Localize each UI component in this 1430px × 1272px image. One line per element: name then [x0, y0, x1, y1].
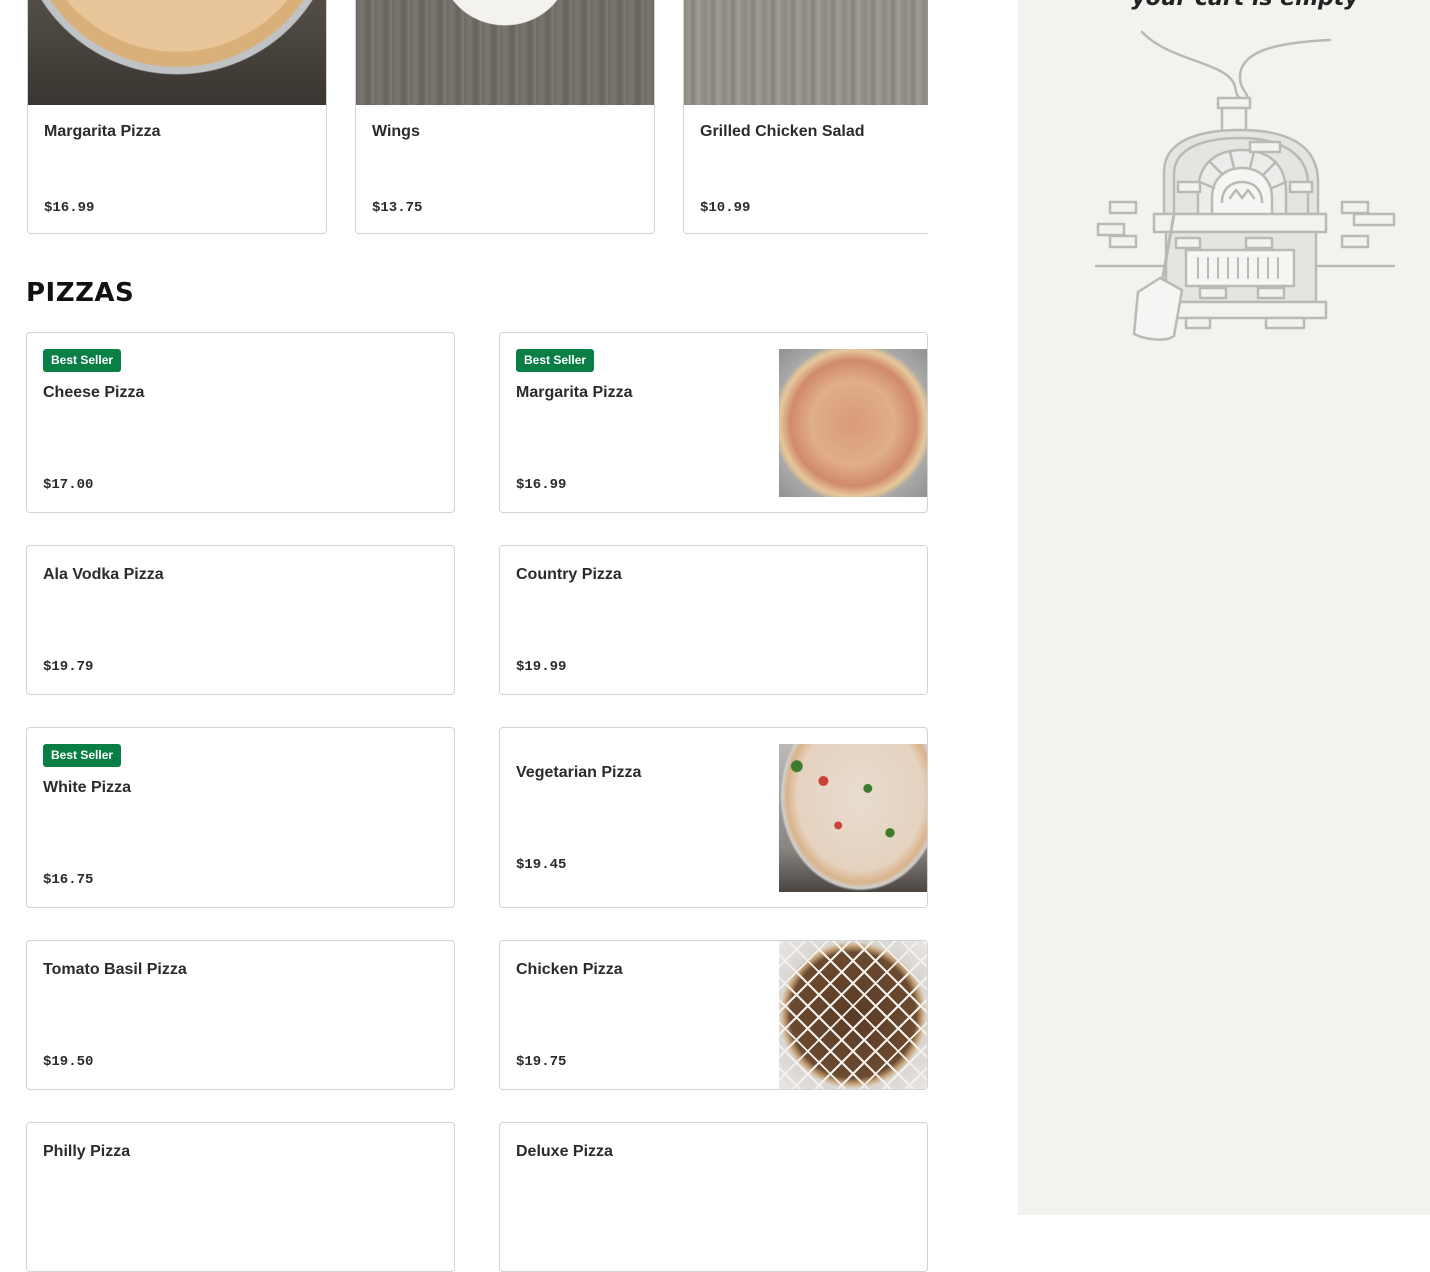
menu-item-price: $16.75	[43, 872, 94, 888]
menu-item-price: $17.00	[43, 477, 94, 493]
menu-item-price: $19.79	[43, 659, 94, 675]
menu-item-card[interactable]: Philly Pizza	[26, 1122, 455, 1272]
best-seller-badge: Best Seller	[43, 744, 122, 767]
menu-item-price: $19.75	[516, 1054, 567, 1070]
menu-item-card[interactable]: Tomato Basil Pizza $19.50	[26, 940, 455, 1090]
featured-items-row: Margarita Pizza $16.99 Wings $13.75 Gril…	[27, 0, 928, 236]
menu-item-name: White Pizza	[43, 779, 132, 796]
featured-item-price: $16.99	[44, 200, 95, 216]
menu-item-card[interactable]: Vegetarian Pizza $19.45	[499, 727, 928, 908]
menu-item-card[interactable]: Best Seller White Pizza $16.75	[26, 727, 455, 908]
menu-item-name: Vegetarian Pizza	[516, 764, 642, 781]
section-title-pizzas: PIZZAS	[26, 278, 135, 308]
wings-photo	[356, 0, 654, 105]
menu-item-card[interactable]: Country Pizza $19.99	[499, 545, 928, 695]
best-seller-badge: Best Seller	[43, 349, 122, 372]
menu-item-name: Margarita Pizza	[516, 384, 633, 401]
menu-item-card[interactable]: Chicken Pizza $19.75	[499, 940, 928, 1090]
featured-item-price: $10.99	[700, 200, 751, 216]
menu-item-name: Country Pizza	[516, 566, 622, 583]
menu-item-name: Cheese Pizza	[43, 384, 145, 401]
menu-item-price: $19.50	[43, 1054, 94, 1070]
menu-main: Margarita Pizza $16.99 Wings $13.75 Gril…	[0, 0, 1018, 1272]
pizza-oven-icon	[1094, 30, 1396, 341]
menu-item-price: $16.99	[516, 477, 567, 493]
menu-item-price: $19.99	[516, 659, 567, 675]
menu-item-card[interactable]: Deluxe Pizza	[499, 1122, 928, 1272]
menu-item-name: Ala Vodka Pizza	[43, 566, 164, 583]
menu-item-name: Chicken Pizza	[516, 961, 623, 978]
featured-item-name: Wings	[372, 123, 420, 140]
featured-card-margarita[interactable]: Margarita Pizza $16.99	[27, 0, 327, 234]
cart-empty-message: your cart is empty	[1100, 0, 1390, 11]
menu-item-price: $19.45	[516, 857, 567, 873]
vegetarian-pizza-thumbnail	[779, 744, 927, 892]
featured-card-wings[interactable]: Wings $13.75	[355, 0, 655, 234]
menu-item-name: Tomato Basil Pizza	[43, 961, 187, 978]
salad-photo	[684, 0, 928, 105]
featured-item-name: Grilled Chicken Salad	[700, 123, 865, 140]
chicken-pizza-thumbnail	[779, 941, 927, 1089]
featured-item-name: Margarita Pizza	[44, 123, 161, 140]
margarita-pizza-thumbnail	[779, 349, 927, 497]
menu-item-name: Deluxe Pizza	[516, 1143, 613, 1160]
best-seller-badge: Best Seller	[516, 349, 595, 372]
margarita-pizza-photo	[28, 0, 326, 105]
menu-item-card[interactable]: Best Seller Margarita Pizza $16.99	[499, 332, 928, 513]
featured-item-price: $13.75	[372, 200, 423, 216]
menu-item-card[interactable]: Best Seller Cheese Pizza $17.00	[26, 332, 455, 513]
menu-item-name: Philly Pizza	[43, 1143, 131, 1160]
menu-item-card[interactable]: Ala Vodka Pizza $19.79	[26, 545, 455, 695]
featured-card-salad[interactable]: Grilled Chicken Salad $10.99	[683, 0, 928, 234]
